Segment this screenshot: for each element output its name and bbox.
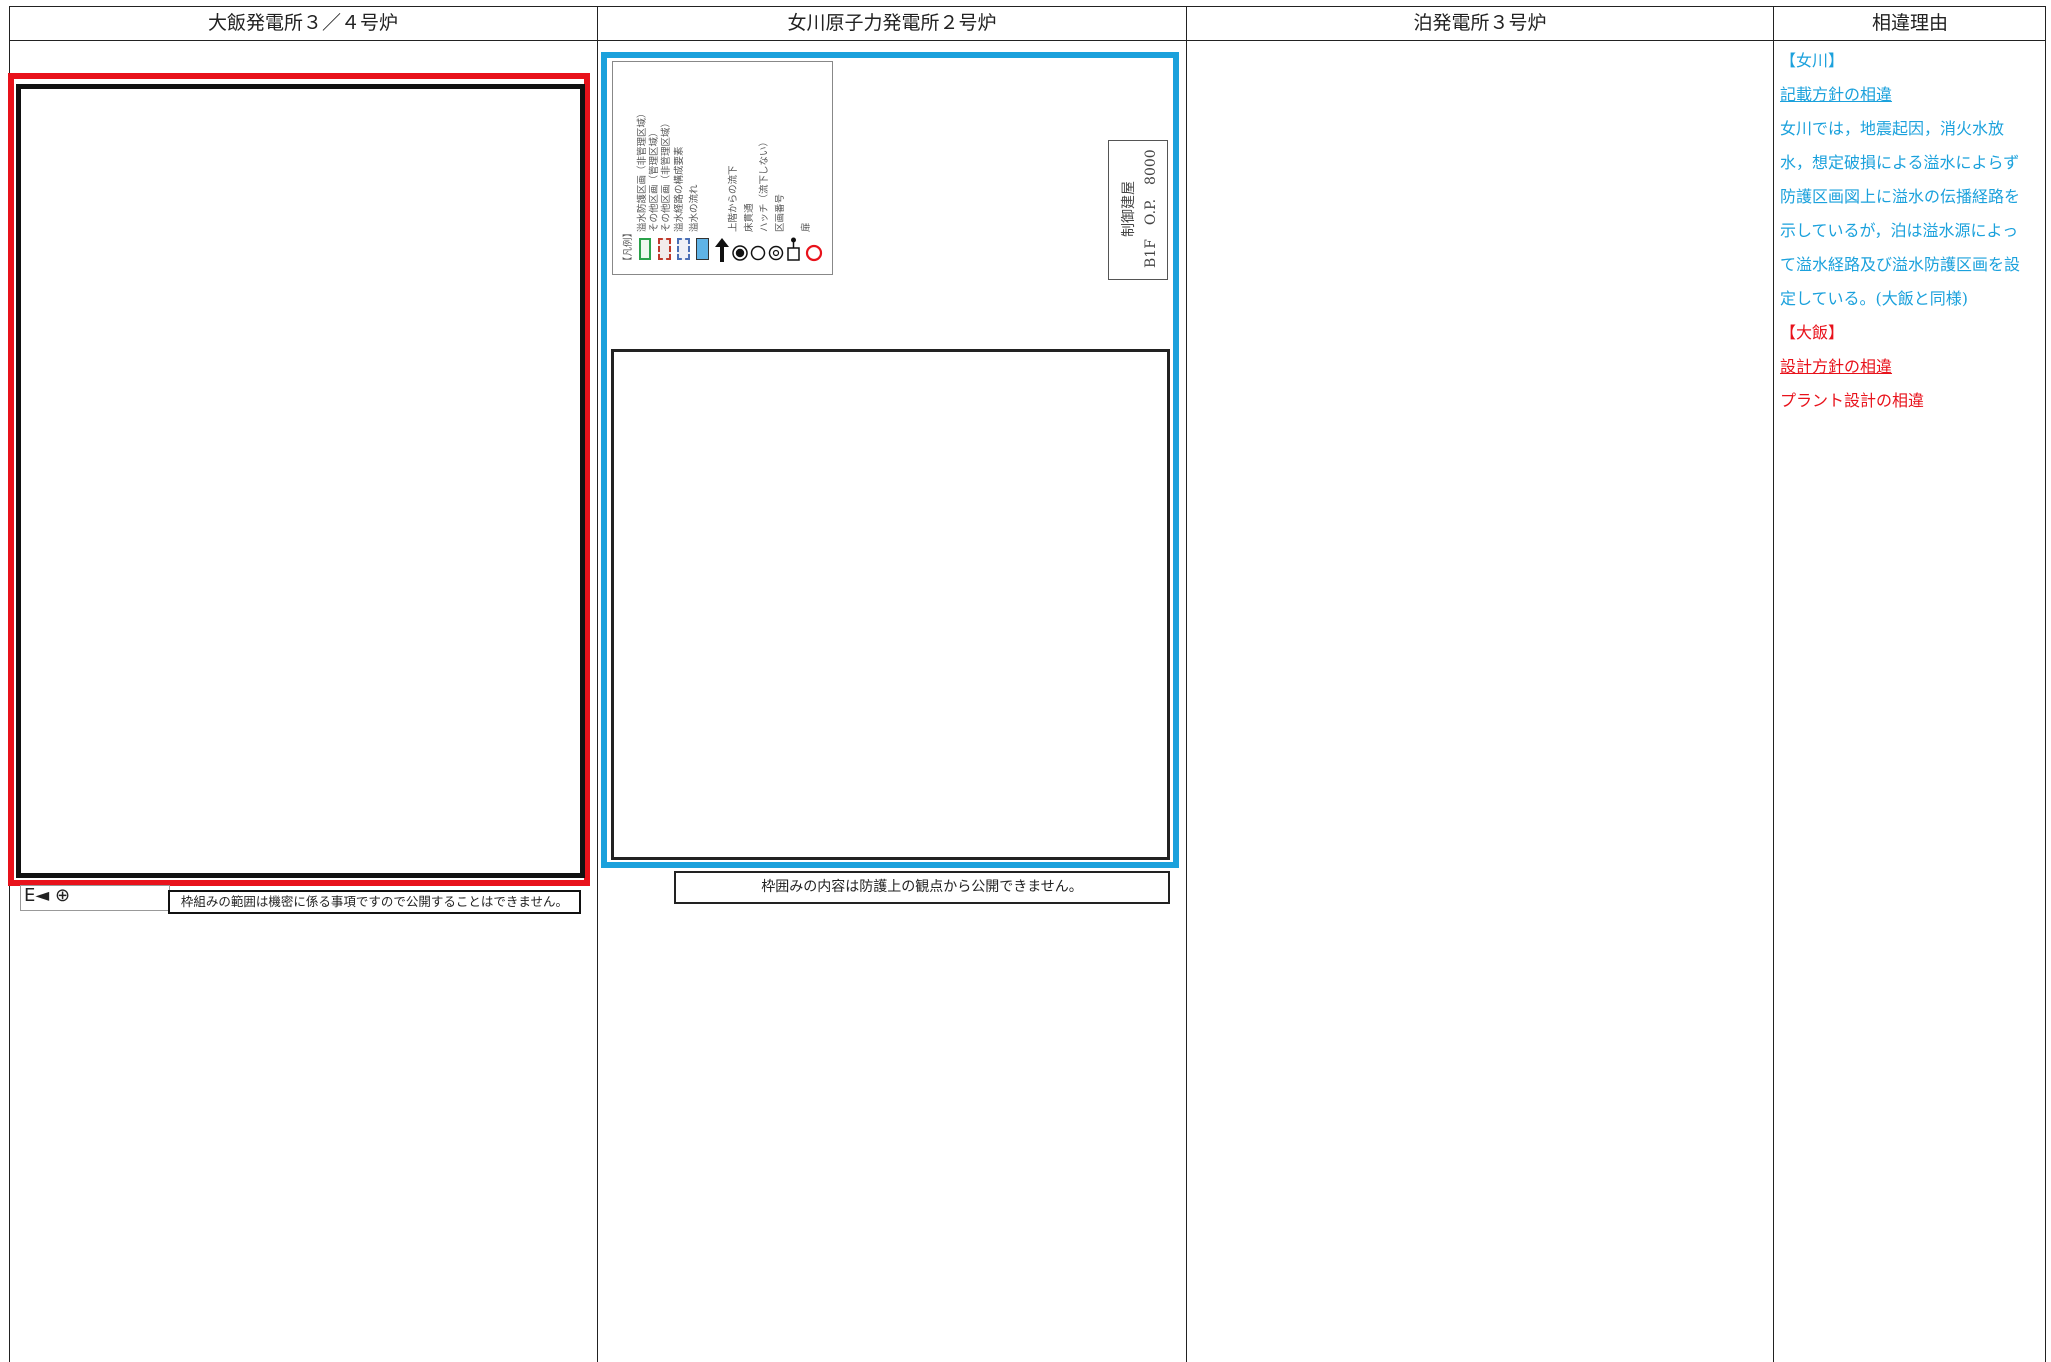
onagawa-confidential-note: 枠囲みの内容は防護上の観点から公開できません。 [674, 871, 1170, 904]
area-number-icon [787, 237, 800, 261]
column-divider-3 [1773, 6, 1774, 1362]
control-building-label: 制御建屋 [1121, 181, 1137, 237]
legend-item-4: 溢水の流れ [689, 184, 700, 232]
ohi-confidential-note: 枠組みの範囲は機密に係る事項ですので公開することはできません。 [168, 890, 581, 914]
reason-text-block: 【女川】 記載方針の相違 女川では，地震起因，消火水放 水，想定破損による溢水に… [1780, 44, 2040, 418]
ohi-compass-symbols: E◄ ⊕ [24, 885, 71, 906]
reason-onagawa-line: て溢水経路及び溢水防護区画を設 [1780, 255, 2021, 274]
floor-level-label: B1F O.P. 8000 [1143, 149, 1159, 268]
column-divider-2 [1186, 6, 1187, 1362]
managed-area-swatch-icon [658, 238, 671, 260]
header-tomari: 泊発電所３号炉 [1413, 12, 1547, 34]
downflow-icon [732, 245, 748, 261]
reason-onagawa-line: 定している。(大飯と同様) [1780, 289, 1969, 308]
flood-path-element-swatch-icon [696, 238, 709, 260]
door-icon [805, 244, 823, 262]
legend-item-6: 床貫通 [744, 203, 755, 232]
reason-ohi-heading: 設計方針の相違 [1780, 357, 1893, 376]
unmanaged-area-swatch-icon [677, 238, 690, 260]
flow-arrow-icon [715, 238, 729, 262]
floor-penetration-icon [750, 245, 766, 261]
legend-item-9: 扉 [801, 222, 812, 232]
header-reason: 相違理由 [1871, 12, 1948, 34]
reason-onagawa-heading: 記載方針の相違 [1780, 85, 1893, 104]
reason-onagawa-line: 水，想定破損による溢水によらず [1780, 153, 2020, 172]
legend-title: 【凡例】 [623, 227, 634, 266]
protected-area-swatch-icon [639, 238, 651, 260]
reason-ohi-line: プラント設計の相違 [1780, 391, 1925, 410]
reason-onagawa-line: 女川では，地震起因，消火水放 [1780, 119, 2005, 138]
hatch-icon [768, 245, 784, 261]
column-divider-1 [597, 6, 598, 1362]
reason-onagawa-line: 示しているが，泊は溢水源によっ [1780, 221, 2019, 240]
onagawa-redacted-figure [611, 349, 1170, 860]
legend-item-8: 区画番号 [775, 193, 786, 232]
legend-item-2: その他区画（非管理区域） [661, 117, 672, 232]
legend-symbols-row [715, 237, 823, 262]
ohi-redacted-figure [16, 84, 585, 878]
reason-onagawa-line: 防護区画図上に溢水の伝播経路を [1780, 187, 2021, 206]
header-onagawa: 女川原子力発電所２号炉 [787, 12, 997, 34]
header-ohi: 大飯発電所３／４号炉 [207, 12, 398, 34]
legend-item-5: 上階からの流下 [728, 165, 739, 232]
reason-ohi-tag: 【大飯】 [1780, 323, 1845, 342]
legend-item-7: ハッチ（流下しない） [759, 136, 770, 232]
reason-onagawa-tag: 【女川】 [1780, 51, 1845, 70]
legend-item-3: 溢水経路の構成要素 [674, 146, 685, 232]
header-divider [9, 40, 2046, 41]
